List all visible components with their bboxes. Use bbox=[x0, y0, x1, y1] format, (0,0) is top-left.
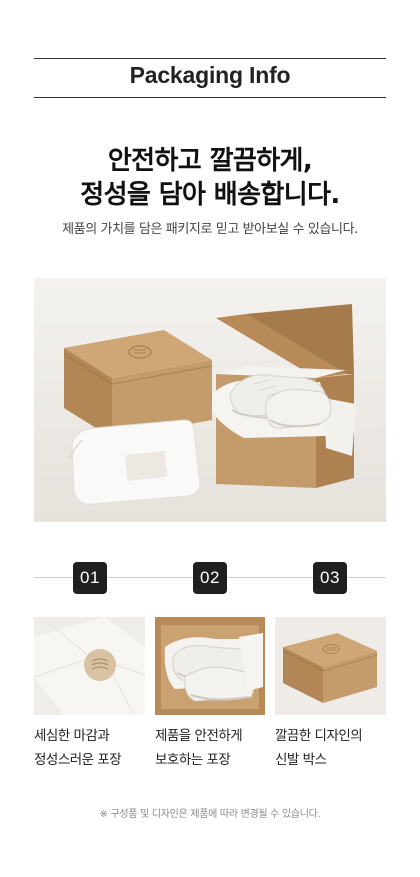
step-photo-02 bbox=[155, 617, 265, 715]
step-badge-02: 02 bbox=[193, 562, 227, 594]
subtitle: 제품의 가치를 담은 패키지로 믿고 받아보실 수 있습니다. bbox=[62, 222, 358, 237]
headline-line-2: 정성을 담아 배송합니다. bbox=[80, 180, 340, 210]
header-bottom-rule bbox=[34, 97, 386, 98]
main-packaging-photo bbox=[34, 278, 386, 522]
footnote: ※ 구성품 및 디자인은 제품에 따라 변경될 수 있습니다. bbox=[99, 809, 321, 820]
step-caption-01: 세심한 마감과 정성스러운 포장 bbox=[34, 728, 122, 768]
step-photo-03 bbox=[275, 617, 386, 715]
step-photo-01 bbox=[34, 617, 145, 715]
step-caption-03: 깔끔한 디자인의 신발 박스 bbox=[275, 728, 363, 768]
step-caption-02: 제품을 안전하게 보호하는 포장 bbox=[155, 728, 243, 768]
closed-box-illustration bbox=[275, 617, 386, 715]
headline-line-1: 안전하고 깔끔하게, bbox=[107, 146, 313, 176]
packaging-illustration bbox=[34, 278, 386, 522]
step-badge-03: 03 bbox=[313, 562, 347, 594]
header-top-rule bbox=[34, 58, 386, 59]
step-badge-01: 01 bbox=[73, 562, 107, 594]
tissue-sticker-illustration bbox=[34, 617, 145, 715]
section-title: Packaging Info bbox=[129, 62, 291, 88]
shoes-in-box-illustration bbox=[155, 617, 265, 715]
